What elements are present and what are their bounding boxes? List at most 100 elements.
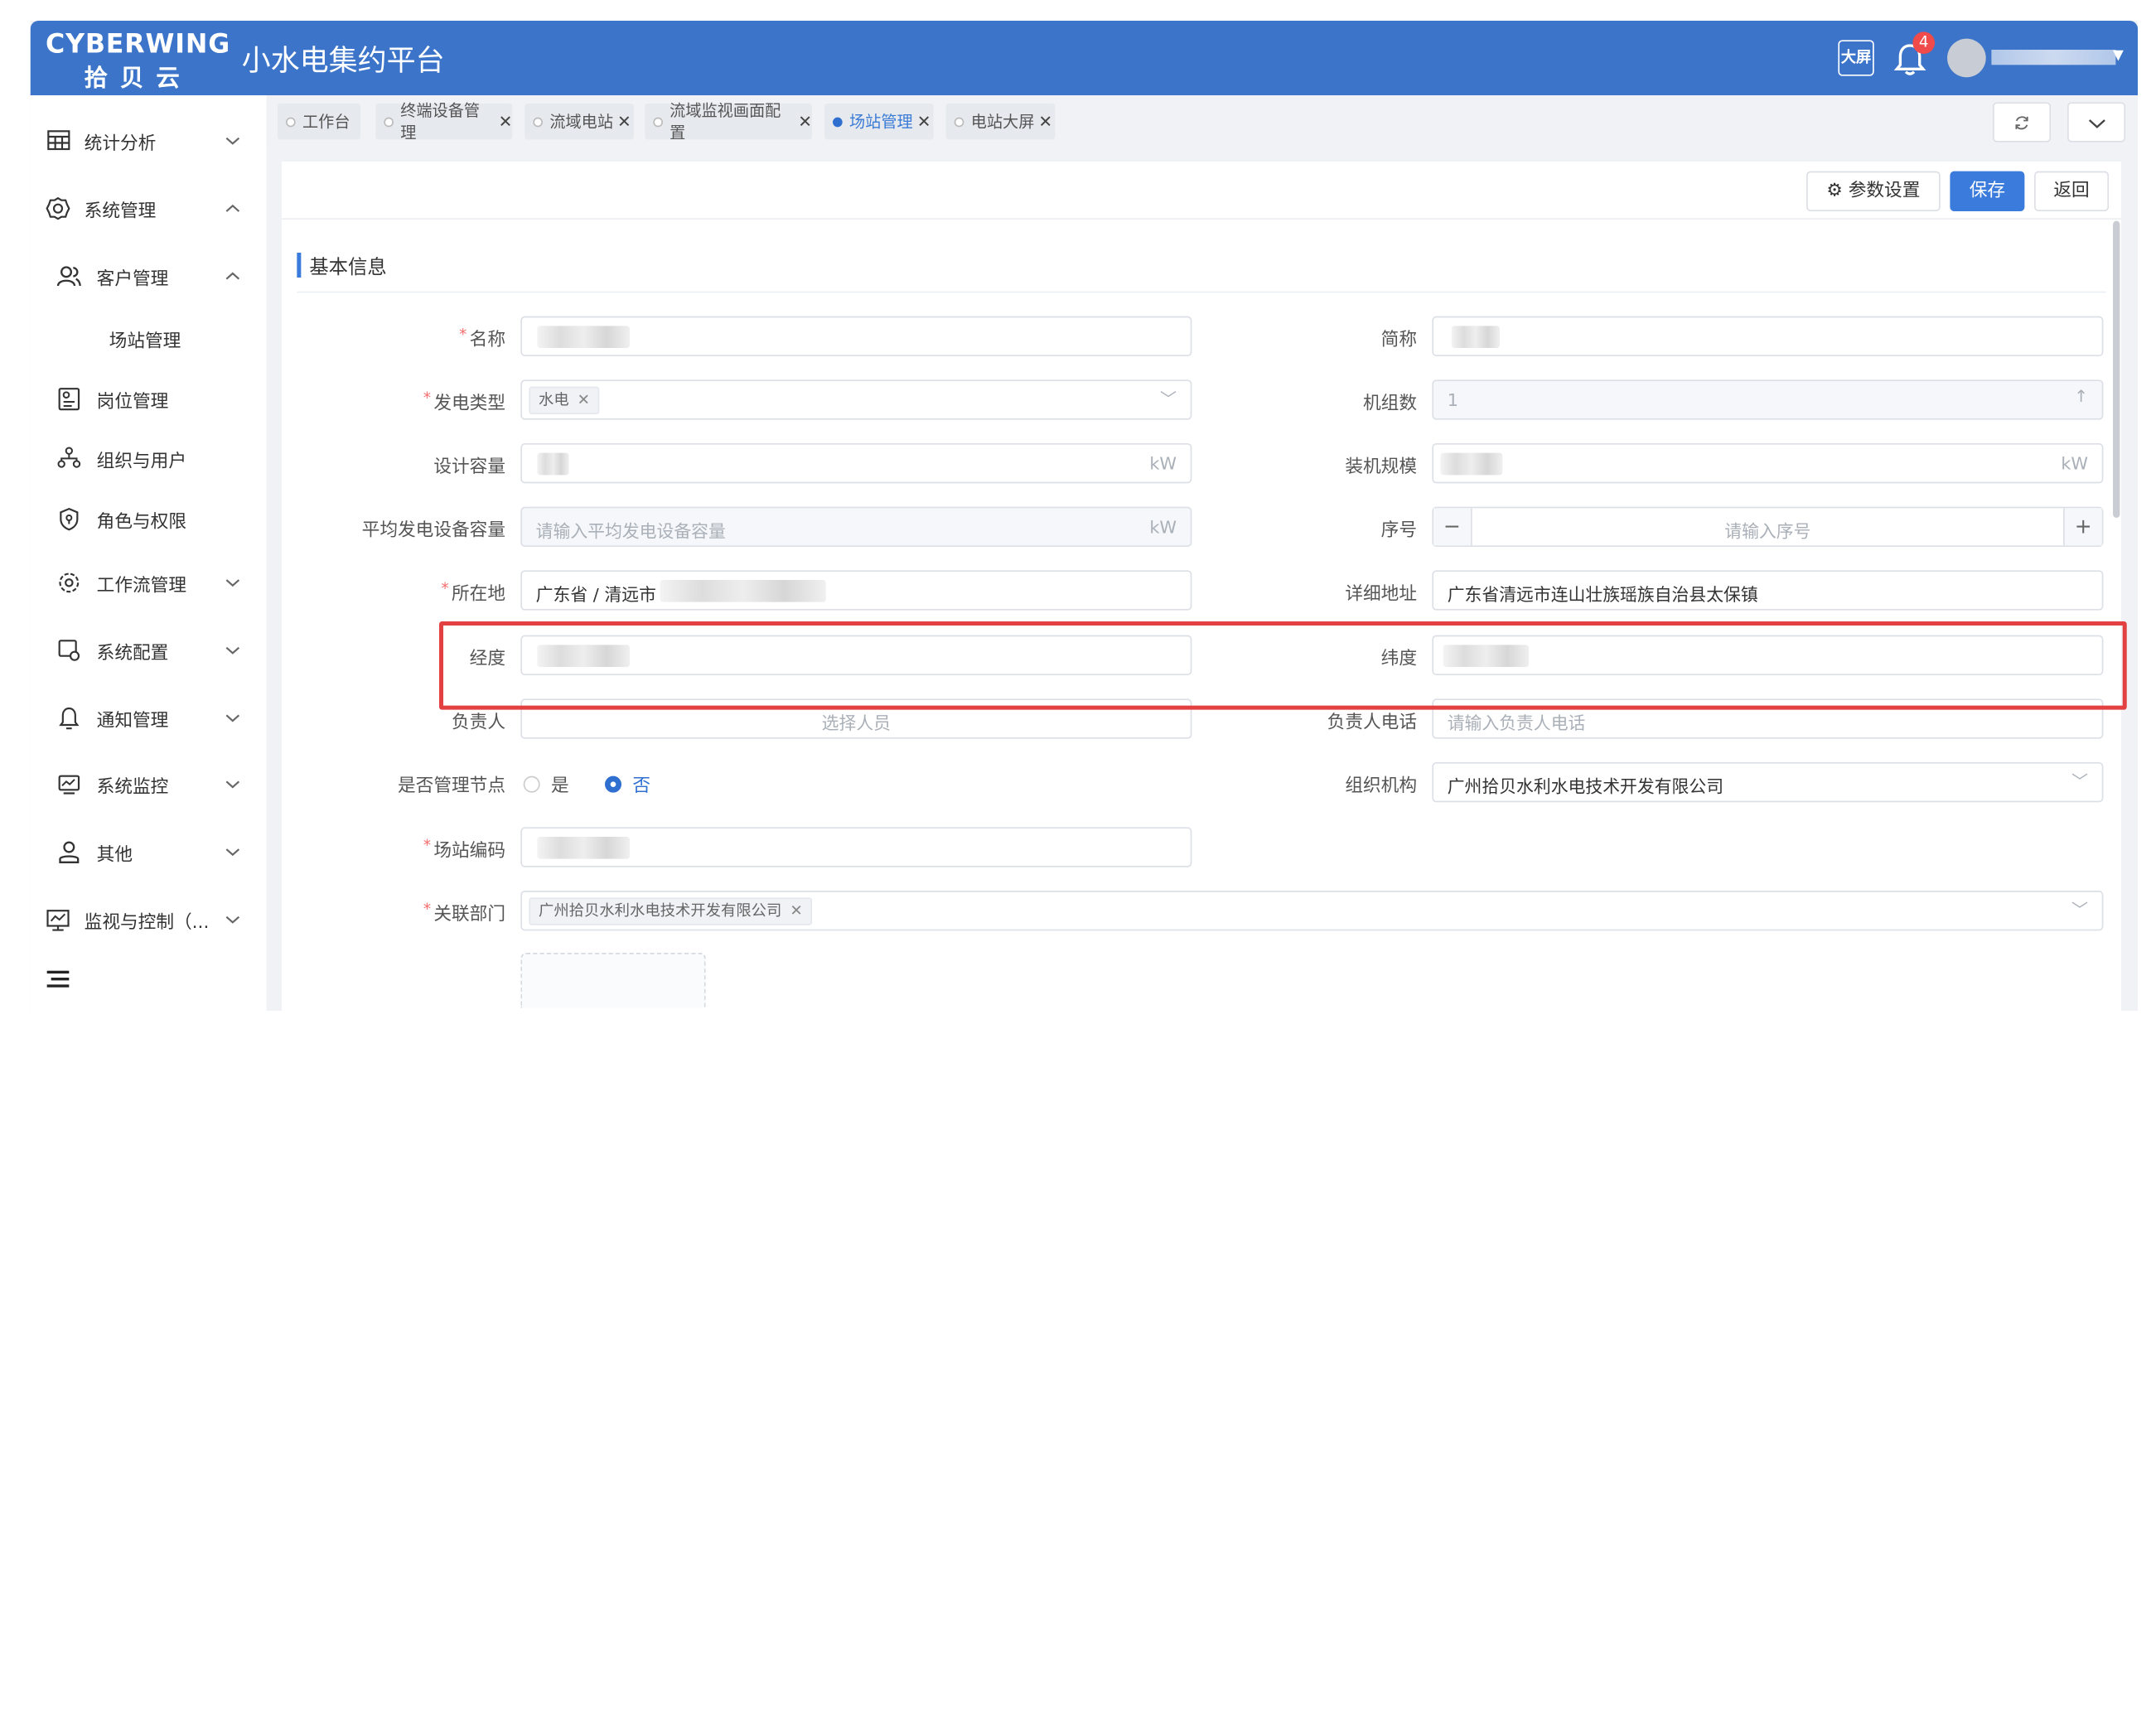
sidebar-item-monitor-control[interactable]: 监视与控制（... <box>31 899 267 940</box>
gear-icon <box>46 196 70 221</box>
sidebar-item-label: 工作流管理 <box>96 575 187 597</box>
owner-label: 负责人 <box>451 713 506 734</box>
sidebar-item-other[interactable]: 其他 <box>31 831 267 872</box>
sidebar-item-workflow[interactable]: 工作流管理 <box>31 562 267 603</box>
sidebar-item-label: 系统配置 <box>96 642 169 664</box>
tab-dot-icon <box>286 116 296 127</box>
close-icon[interactable]: ✕ <box>1038 112 1052 131</box>
username-blurred[interactable] <box>1991 50 2116 65</box>
close-icon[interactable]: ✕ <box>617 112 631 131</box>
tab-dot-icon <box>653 116 663 127</box>
chevron-down-icon <box>225 709 240 727</box>
radio-yes[interactable]: 是 <box>523 771 569 797</box>
owner-phone-label: 负责人电话 <box>1327 713 1418 734</box>
sidebar: 统计分析 系统管理 客户管理 场站管理 岗位管理 组织与用户 角色与权限 工作流… <box>30 95 267 1012</box>
refresh-button[interactable] <box>1993 102 2052 143</box>
sidebar-item-post[interactable]: 岗位管理 <box>31 379 267 420</box>
address-value: 广东省清远市连山壮族瑶族自治县太保镇 <box>1447 584 1758 606</box>
section-accent-bar <box>297 253 302 278</box>
section-title: 基本信息 <box>309 257 387 279</box>
unit-kw: kW <box>2061 452 2089 474</box>
avg-capacity-field[interactable]: 请输入平均发电设备容量 kW <box>520 506 1192 548</box>
location-label: * 所在地 <box>441 580 506 606</box>
dept-select[interactable]: 广州拾贝水利水电技术开发有限公司 ✕ ﹀ <box>520 891 2104 931</box>
close-icon[interactable]: ✕ <box>578 391 590 409</box>
sidebar-item-station-mgmt[interactable]: 场站管理 <box>31 317 267 359</box>
chevron-down-icon: ﹀ <box>2071 900 2089 920</box>
collapse-menu-icon[interactable] <box>46 970 70 990</box>
sidebar-item-sys-monitor[interactable]: 系统监控 <box>31 764 267 805</box>
params-settings-button[interactable]: ⚙ 参数设置 <box>1806 171 1941 212</box>
tab-basin-monitor-config[interactable]: 流域监视画面配置 ✕ <box>645 101 813 143</box>
tab-label: 流域监视画面配置 <box>670 100 781 143</box>
capacity-field[interactable]: kW <box>520 443 1192 484</box>
sidebar-item-label: 组织与用户 <box>96 451 187 472</box>
gen-type-label: * 发电类型 <box>423 389 506 415</box>
more-tabs-button[interactable] <box>2067 102 2126 143</box>
close-icon[interactable]: ✕ <box>499 112 513 131</box>
sidebar-item-system[interactable]: 系统管理 <box>31 188 267 229</box>
chevron-down-icon <box>225 775 240 794</box>
save-button[interactable]: 保存 <box>1950 171 2025 212</box>
chevron-down-icon <box>2088 119 2105 128</box>
scrollbar-thumb[interactable] <box>2113 220 2120 519</box>
tab-label: 流域电站 <box>549 112 614 132</box>
unit-kw: kW <box>1149 516 1177 538</box>
close-icon[interactable]: ✕ <box>917 112 931 131</box>
tab-label: 电站大屏 <box>970 112 1035 132</box>
close-icon[interactable]: ✕ <box>798 112 812 131</box>
tab-terminal-devices[interactable]: 终端设备管理 ✕ <box>375 101 513 143</box>
gen-type-select[interactable]: 水电 ✕ ﹀ <box>520 379 1192 420</box>
radio-no[interactable]: 否 <box>605 771 650 797</box>
sidebar-item-customers[interactable]: 客户管理 <box>31 255 267 297</box>
bigscreen-button[interactable]: 大屏 <box>1838 40 1874 76</box>
section-divider <box>297 291 2106 293</box>
address-field[interactable]: 广东省清远市连山壮族瑶族自治县太保镇 <box>1432 570 2104 611</box>
short-name-field[interactable] <box>1432 316 2104 357</box>
config-icon <box>56 638 81 663</box>
action-bar: ⚙ 参数设置 保存 返回 <box>282 162 2122 220</box>
tab-dot-icon <box>384 116 394 127</box>
org-value: 广州拾贝水利水电技术开发有限公司 <box>1447 775 1724 797</box>
name-field[interactable] <box>520 316 1192 357</box>
chevron-down-icon <box>225 911 240 929</box>
org-select[interactable]: 广州拾贝水利水电技术开发有限公司 ﹀ <box>1432 762 2104 803</box>
top-header: CYBERWING 拾贝云 小水电集约平台 大屏 4 ▼ <box>30 21 2139 96</box>
upload-box[interactable] <box>520 953 706 1008</box>
chevron-up-icon <box>225 200 240 218</box>
highlight-box <box>439 621 2127 710</box>
sidebar-item-org-users[interactable]: 组织与用户 <box>31 437 267 479</box>
workflow-icon <box>56 570 81 595</box>
dept-tag: 广州拾贝水利水电技术开发有限公司 ✕ <box>529 897 813 925</box>
monitor-icon <box>56 772 81 797</box>
mgmt-node-radio-group: 是 否 <box>520 771 796 797</box>
sidebar-item-sys-config[interactable]: 系统配置 <box>31 630 267 671</box>
sidebar-item-notify[interactable]: 通知管理 <box>31 698 267 739</box>
radio-circle <box>605 775 622 792</box>
tab-station-mgmt[interactable]: 场站管理 ✕ <box>824 104 934 140</box>
units-field[interactable]: 1 ↑ <box>1432 379 2104 420</box>
tab-workbench[interactable]: 工作台 <box>278 104 361 140</box>
tab-station-bigscreen[interactable]: 电站大屏 ✕ <box>945 104 1056 140</box>
refresh-icon <box>2015 116 2028 130</box>
install-scale-field[interactable]: kW <box>1432 443 2104 484</box>
close-icon[interactable]: ✕ <box>790 901 802 920</box>
gen-type-tag: 水电 ✕ <box>529 386 600 415</box>
seq-stepper[interactable]: − 请输入序号 + <box>1432 506 2104 548</box>
location-value: 广东省 / 清远市 <box>535 584 656 606</box>
user-menu-caret-icon[interactable]: ▼ <box>2113 48 2124 63</box>
station-code-field[interactable] <box>520 827 1192 867</box>
back-button[interactable]: 返回 <box>2034 171 2110 212</box>
tab-basin-stations[interactable]: 流域电站 ✕ <box>524 104 635 140</box>
avatar[interactable] <box>1947 38 1986 78</box>
chevron-up-icon <box>225 268 240 286</box>
location-cascader[interactable]: 广东省 / 清远市 <box>520 570 1192 611</box>
sidebar-item-label: 系统管理 <box>84 200 157 222</box>
plus-icon[interactable]: + <box>2063 508 2102 546</box>
sidebar-item-stats[interactable]: 统计分析 <box>31 120 267 162</box>
seq-placeholder: 请输入序号 <box>1724 520 1811 542</box>
sidebar-item-label: 其他 <box>96 844 133 866</box>
mgmt-node-label: 是否管理节点 <box>397 775 506 797</box>
redacted-value <box>537 837 631 859</box>
sidebar-item-roles[interactable]: 角色与权限 <box>31 499 267 540</box>
